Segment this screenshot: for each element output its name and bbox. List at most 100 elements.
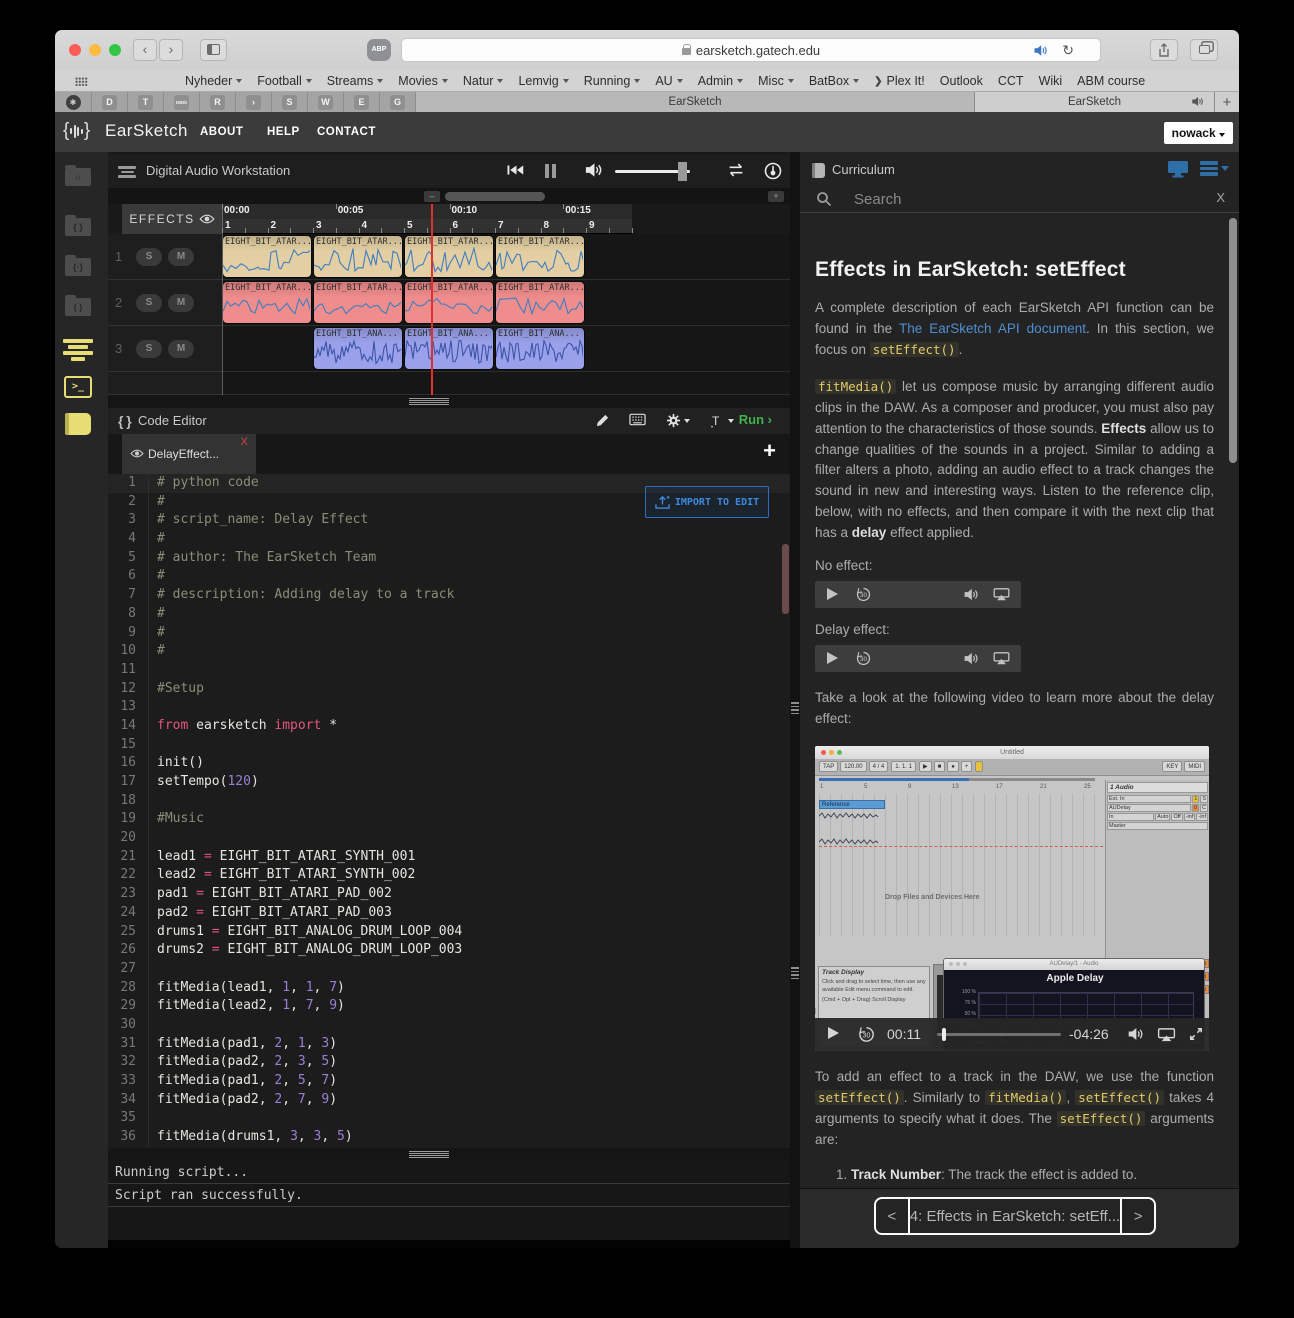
pinned-tab-imdb[interactable]: IMDb	[164, 92, 200, 112]
clear-search-button[interactable]: X	[1216, 190, 1225, 205]
editor-scrollbar[interactable]	[782, 544, 789, 614]
audio-clip[interactable]: EIGHT_BIT_ATAR...	[404, 235, 494, 278]
tabs-overview-button[interactable]	[1190, 39, 1218, 61]
audio-clip[interactable]: EIGHT_BIT_ATAR...	[222, 235, 312, 278]
bookmark-item[interactable]: CCT	[998, 74, 1024, 88]
daw-menu-icon[interactable]	[118, 166, 136, 178]
code-area[interactable]: 1# python code2#3# script_name: Delay Ef…	[108, 474, 790, 1148]
daw-horizontal-scrollbar[interactable]: – +	[108, 188, 790, 204]
volume-icon[interactable]	[584, 162, 603, 178]
sidebar-item-api-browser[interactable]: ( )	[64, 295, 92, 319]
volume-icon[interactable]	[1127, 1027, 1144, 1041]
toc-menu-icon[interactable]	[1200, 161, 1218, 176]
bookmark-item[interactable]: Admin	[698, 74, 743, 88]
solo-button[interactable]: S	[136, 248, 162, 266]
video-progress-bar[interactable]	[937, 1033, 1061, 1036]
volume-icon[interactable]	[963, 588, 979, 601]
minimize-window-button[interactable]	[89, 44, 101, 56]
editor-curriculum-splitter[interactable]	[790, 152, 800, 1248]
mute-button[interactable]: M	[168, 340, 194, 358]
font-size-icon[interactable]: ͙T	[712, 414, 719, 428]
audio-clip[interactable]: EIGHT_BIT_ATAR...	[222, 281, 312, 324]
bookmark-item[interactable]: Misc	[758, 74, 794, 88]
inline-link[interactable]: The EarSketch API document	[899, 321, 1086, 336]
sidebar-item-daw-layout[interactable]	[64, 338, 92, 362]
import-to-edit-button[interactable]: IMPORT TO EDIT	[645, 486, 769, 518]
pinned-tab-›[interactable]: ›	[236, 92, 272, 112]
effects-toggle[interactable]: EFFECTS	[122, 204, 222, 234]
nav-help[interactable]: HELP	[267, 126, 300, 138]
current-chapter-label[interactable]: 4: Effects in EarSketch: setEff...	[908, 1199, 1122, 1233]
nav-contact[interactable]: CONTACT	[317, 126, 376, 138]
pinned-tab-soccer[interactable]: ✱	[55, 92, 92, 112]
new-tab-button[interactable]: +	[1215, 92, 1239, 112]
bookmark-item[interactable]: Movies	[398, 74, 448, 88]
user-menu-button[interactable]: nowack	[1164, 122, 1233, 144]
script-tab[interactable]: DelayEffect... X	[122, 434, 256, 474]
volume-slider-handle[interactable]	[678, 162, 687, 181]
daw-scroll-handle[interactable]	[445, 192, 545, 201]
close-window-button[interactable]	[69, 44, 81, 56]
bookmark-item[interactable]: Wiki	[1039, 74, 1063, 88]
play-icon[interactable]	[828, 1027, 839, 1039]
back-button[interactable]: ‹	[133, 39, 157, 61]
audio-clip[interactable]: EIGHT_BIT_ATAR...	[495, 235, 585, 278]
bookmark-item[interactable]: ABM course	[1077, 74, 1145, 88]
pinned-tab-g[interactable]: G	[380, 92, 416, 112]
pinned-tab-s[interactable]: S	[272, 92, 308, 112]
airplay-icon[interactable]	[1157, 1028, 1176, 1042]
audio-clip[interactable]: EIGHT_BIT_ATAR...	[495, 281, 585, 324]
pinned-tab-e[interactable]: E	[344, 92, 380, 112]
daw-measure-ruler[interactable]: 123456789	[222, 219, 632, 234]
skip-back-30-icon[interactable]: 30	[855, 586, 872, 603]
sidebar-item-sounds-browser[interactable]: ∩	[64, 165, 92, 189]
mute-button[interactable]: M	[168, 248, 194, 266]
keyboard-icon[interactable]	[629, 413, 646, 426]
prev-chapter-button[interactable]: <	[876, 1199, 908, 1233]
metronome-button[interactable]	[764, 162, 782, 180]
pinned-tab-w[interactable]: W	[308, 92, 344, 112]
forward-button[interactable]: ›	[159, 39, 183, 61]
editor-console-splitter[interactable]	[108, 1148, 790, 1161]
solo-button[interactable]: S	[136, 340, 162, 358]
bookmark-item[interactable]: AU	[655, 74, 682, 88]
video-progress-handle[interactable]	[942, 1028, 946, 1041]
audio-clip[interactable]: EIGHT_BIT_ANA...	[404, 327, 494, 370]
gear-icon[interactable]	[666, 413, 681, 428]
airplay-icon[interactable]	[993, 588, 1010, 601]
sidebar-toggle-button[interactable]	[200, 39, 227, 61]
bookmark-item[interactable]: Football	[257, 74, 311, 88]
audio-clip[interactable]: EIGHT_BIT_ANA...	[313, 327, 403, 370]
skip-back-30-icon[interactable]: 30	[855, 650, 872, 667]
curriculum-scrollbar[interactable]	[1229, 218, 1237, 463]
volume-icon[interactable]	[963, 652, 979, 665]
skip-back-30-icon[interactable]: 30	[857, 1025, 876, 1044]
bookmark-item[interactable]: Lemvig	[518, 74, 568, 88]
daw-time-ruler[interactable]: 00:0000:0500:1000:15	[222, 204, 632, 219]
share-button[interactable]	[1150, 39, 1178, 61]
close-tab-button[interactable]: X	[241, 436, 248, 448]
rewind-button[interactable]	[506, 162, 524, 178]
fullscreen-icon[interactable]	[1189, 1027, 1203, 1041]
audio-clip[interactable]: EIGHT_BIT_ANA...	[495, 327, 585, 370]
run-button[interactable]: Run ›	[739, 412, 772, 427]
play-icon[interactable]	[827, 652, 838, 664]
sidebar-item-console[interactable]: >_	[64, 375, 92, 399]
pinned-tab-t[interactable]: T	[128, 92, 164, 112]
pause-button[interactable]	[545, 164, 556, 178]
bookmark-item[interactable]: Running	[584, 74, 641, 88]
zoom-in-icon[interactable]: +	[768, 191, 784, 202]
airplay-icon[interactable]	[993, 652, 1010, 665]
adblock-icon[interactable]: ABP	[367, 39, 391, 61]
bookmark-item[interactable]: Natur	[463, 74, 504, 88]
tab-earsketch-1[interactable]: EarSketch	[416, 92, 975, 112]
reload-icon[interactable]: ↻	[1062, 42, 1074, 59]
play-icon[interactable]	[827, 588, 838, 600]
nav-about[interactable]: ABOUT	[200, 126, 243, 138]
tab-audio-icon[interactable]	[1191, 96, 1204, 107]
sidebar-item-curriculum[interactable]	[64, 412, 92, 436]
sidebar-item-shared-scripts[interactable]: {·}	[64, 255, 92, 279]
mute-button[interactable]: M	[168, 294, 194, 312]
zoom-window-button[interactable]	[109, 44, 121, 56]
pencil-icon[interactable]	[595, 413, 610, 428]
